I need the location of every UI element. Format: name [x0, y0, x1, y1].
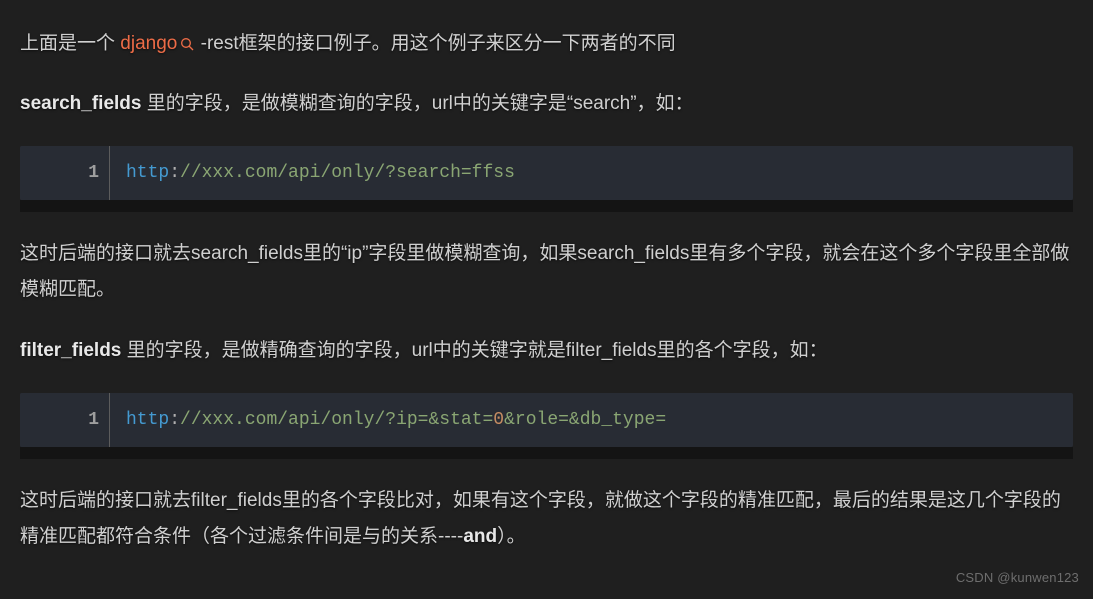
paragraph-filter-explain: 这时后端的接口就去filter_fields里的各个字段比对，如果有这个字段，就…: [20, 483, 1073, 555]
watermark: CSDN @kunwen123: [956, 566, 1079, 591]
code-gutter: 1: [20, 393, 110, 447]
paragraph-search-explain: 这时后端的接口就去search_fields里的“ip”字段里做模糊查询，如果s…: [20, 236, 1073, 308]
text: 上面是一个: [20, 33, 120, 54]
bold-label: and: [463, 526, 497, 547]
code-content[interactable]: http://xxx.com/api/only/?ip=&stat=0&role…: [20, 393, 1073, 447]
code-shadow: [20, 447, 1073, 459]
line-number: 1: [88, 156, 99, 190]
text: 里的字段，是做精确查询的字段，url中的关键字就是filter_fields里的…: [121, 340, 827, 361]
code-token: http: [126, 163, 169, 183]
bold-label: filter_fields: [20, 340, 121, 361]
code-token: :: [169, 410, 180, 430]
text: -rest框架的接口例子。用这个例子来区分一下两者的不同: [195, 33, 675, 54]
code-token: http: [126, 410, 169, 430]
text: 里的字段，是做模糊查询的字段，url中的关键字是“search”，如：: [141, 93, 693, 114]
line-number: 1: [88, 403, 99, 437]
code-token: &role=&db_type=: [504, 410, 666, 430]
text: ）。: [497, 526, 526, 547]
bold-label: search_fields: [20, 93, 141, 114]
tag-link-django[interactable]: django: [120, 26, 195, 62]
paragraph-search-fields: search_fields 里的字段，是做模糊查询的字段，url中的关键字是“s…: [20, 86, 1073, 122]
search-icon: [179, 36, 195, 52]
paragraph-filter-fields: filter_fields 里的字段，是做精确查询的字段，url中的关键字就是f…: [20, 333, 1073, 369]
code-gutter: 1: [20, 146, 110, 200]
code-block-1: 1 http://xxx.com/api/only/?search=ffss: [20, 146, 1073, 200]
code-block-2: 1 http://xxx.com/api/only/?ip=&stat=0&ro…: [20, 393, 1073, 447]
code-token: 0: [493, 410, 504, 430]
code-shadow: [20, 200, 1073, 212]
code-token: //xxx.com/api/only/?search=ffss: [180, 163, 515, 183]
article-body: 上面是一个 django -rest框架的接口例子。用这个例子来区分一下两者的不…: [0, 0, 1093, 599]
code-content[interactable]: http://xxx.com/api/only/?search=ffss: [20, 146, 1073, 200]
code-token: :: [169, 163, 180, 183]
tag-text: django: [120, 26, 177, 62]
code-token: //xxx.com/api/only/?ip=&stat=: [180, 410, 493, 430]
paragraph-intro: 上面是一个 django -rest框架的接口例子。用这个例子来区分一下两者的不…: [20, 26, 1073, 62]
text: 这时后端的接口就去filter_fields里的各个字段比对，如果有这个字段，就…: [20, 490, 1061, 547]
